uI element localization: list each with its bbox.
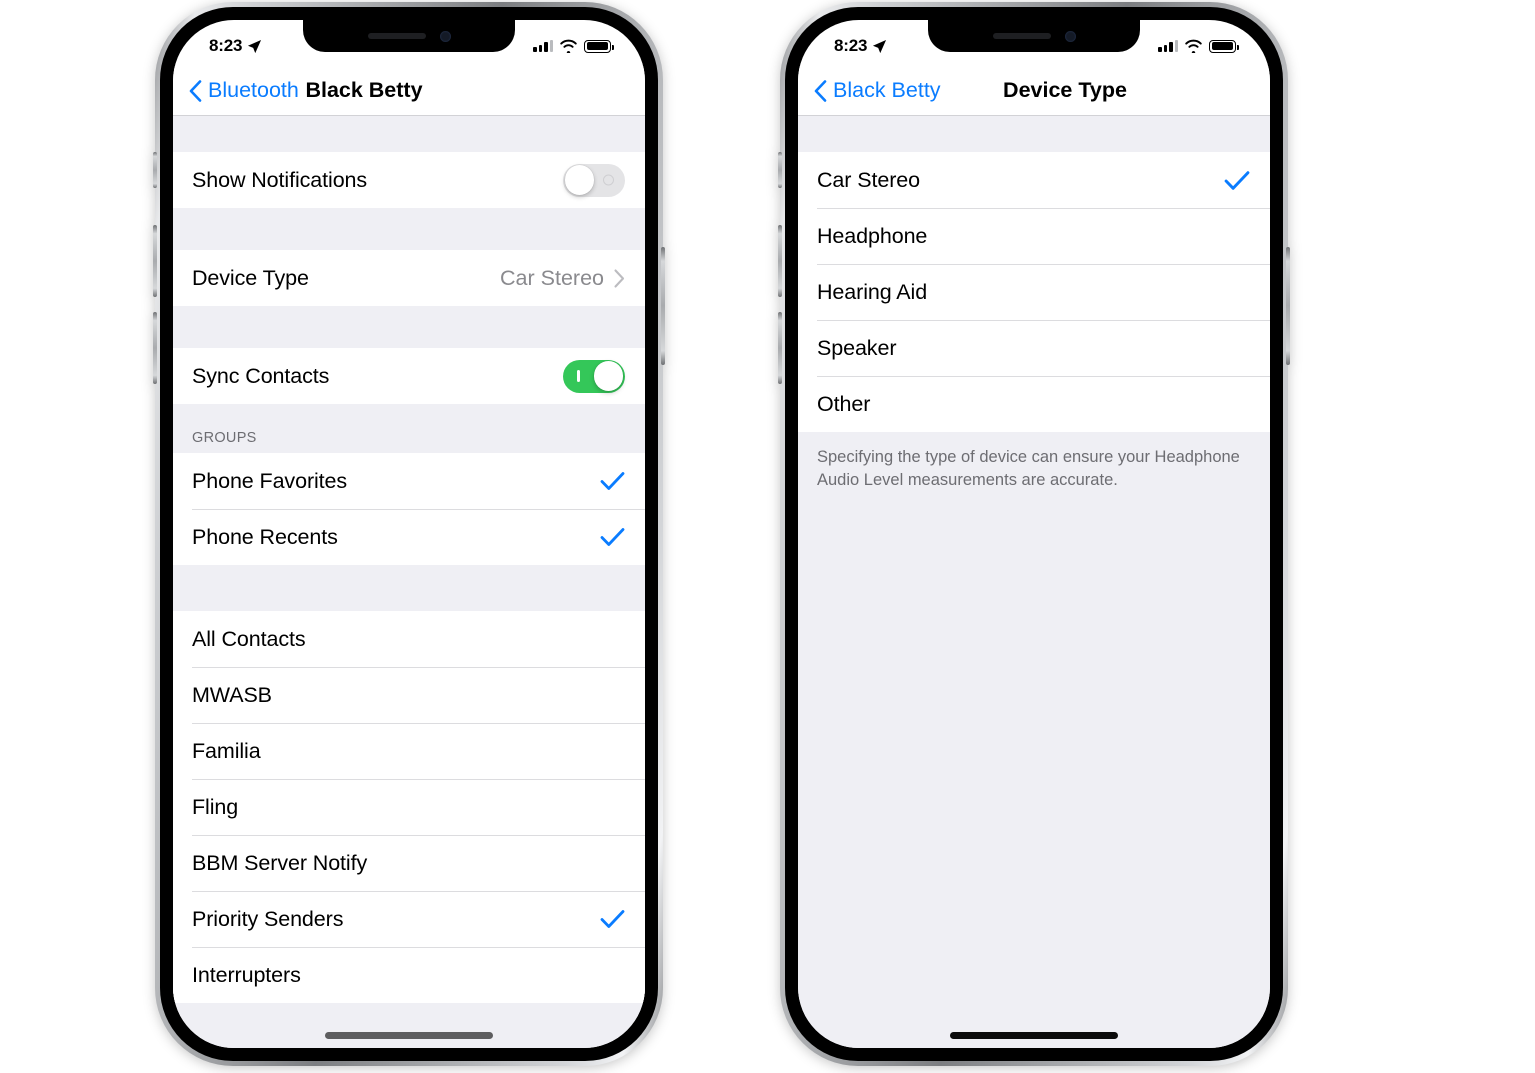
sync-contacts-label: Sync Contacts xyxy=(192,363,330,388)
row-familia[interactable]: Familia xyxy=(173,723,645,779)
sync-contacts-toggle[interactable] xyxy=(563,359,625,393)
row-phone-favorites[interactable]: Phone Favorites xyxy=(173,453,645,509)
volume-down-button[interactable] xyxy=(778,312,782,384)
list-item-label: Phone Favorites xyxy=(192,468,348,493)
status-bar: 8:23 xyxy=(173,20,645,66)
toggle-knob xyxy=(593,361,624,391)
home-indicator[interactable] xyxy=(950,1032,1118,1039)
settings-list-left: Show Notifications Device Type Car Stere… xyxy=(173,116,645,1048)
phone-bezel: 8:23 xyxy=(160,7,658,1061)
phone-bezel: 8:23 xyxy=(785,7,1283,1061)
row-sync-contacts[interactable]: Sync Contacts xyxy=(173,348,645,404)
option-label: Headphone xyxy=(817,223,928,248)
toggle-on-line-icon xyxy=(577,370,580,382)
notifications-group: Show Notifications xyxy=(173,152,645,208)
device-type-label: Device Type xyxy=(192,265,309,290)
list-item-label: Familia xyxy=(192,738,261,763)
power-button[interactable] xyxy=(1286,247,1290,365)
navigation-bar-left: Bluetooth Black Betty xyxy=(173,66,645,116)
cellular-signal-icon xyxy=(533,40,553,52)
option-label: Speaker xyxy=(817,335,897,360)
row-phone-recents[interactable]: Phone Recents xyxy=(173,509,645,565)
status-bar: 8:23 xyxy=(798,20,1270,66)
back-button-label: Black Betty xyxy=(833,78,941,102)
list-spacer xyxy=(173,208,645,250)
wifi-icon xyxy=(560,39,577,53)
checkmark-icon xyxy=(600,528,625,546)
checkmark-icon xyxy=(1224,170,1250,190)
checkmark-icon xyxy=(600,910,625,928)
row-interrupters[interactable]: Interrupters xyxy=(173,947,645,1003)
row-device-type[interactable]: Device Type Car Stereo xyxy=(173,250,645,306)
device-type-value: Car Stereo xyxy=(500,265,604,290)
list-spacer xyxy=(173,306,645,348)
list-item-label: All Contacts xyxy=(192,626,306,651)
battery-icon xyxy=(1209,39,1239,53)
list-item-label: Interrupters xyxy=(192,962,301,987)
groups-section-header: GROUPS xyxy=(173,404,645,453)
toggle-knob xyxy=(564,165,595,195)
phone-screen-right: 8:23 Black Betty Device Type Car Stereo … xyxy=(798,20,1270,1048)
power-button[interactable] xyxy=(661,247,665,365)
location-arrow-icon xyxy=(873,39,887,53)
sync-contacts-group: Sync Contacts xyxy=(173,348,645,404)
list-spacer xyxy=(173,116,645,152)
row-all-contacts[interactable]: All Contacts xyxy=(173,611,645,667)
list-spacer xyxy=(173,565,645,611)
mute-switch-button[interactable] xyxy=(778,152,782,188)
option-label: Other xyxy=(817,391,871,416)
screenshot-canvas: 8:23 Bluetooth Black Betty Show Notifica… xyxy=(0,0,1535,1073)
chevron-left-icon xyxy=(814,79,827,102)
option-hearing-aid[interactable]: Hearing Aid xyxy=(798,264,1270,320)
chevron-left-icon xyxy=(189,79,202,102)
checkmark-icon xyxy=(600,472,625,490)
volume-up-button[interactable] xyxy=(153,225,157,297)
phone-device-right: 8:23 Black Betty Device Type Car Stereo … xyxy=(778,2,1290,1066)
location-arrow-icon xyxy=(248,39,262,53)
list-item-label: MWASB xyxy=(192,682,272,707)
row-priority-senders[interactable]: Priority Senders xyxy=(173,891,645,947)
contact-groups-list: All Contacts MWASB Familia Fling BBM Ser xyxy=(173,611,645,1003)
chevron-right-icon xyxy=(614,268,625,288)
option-car-stereo[interactable]: Car Stereo xyxy=(798,152,1270,208)
row-mwasb[interactable]: MWASB xyxy=(173,667,645,723)
volume-up-button[interactable] xyxy=(778,225,782,297)
back-button-bluetooth[interactable]: Bluetooth xyxy=(189,78,299,103)
list-item-label: Priority Senders xyxy=(192,906,344,931)
cellular-signal-icon xyxy=(1158,40,1178,52)
back-button-label: Bluetooth xyxy=(208,78,299,102)
row-bbm-server-notify[interactable]: BBM Server Notify xyxy=(173,835,645,891)
back-button-black-betty[interactable]: Black Betty xyxy=(814,78,941,103)
status-time: 8:23 xyxy=(834,36,868,55)
list-item-label: Fling xyxy=(192,794,239,819)
device-type-footer-note: Specifying the type of device can ensure… xyxy=(798,432,1270,493)
battery-icon xyxy=(584,39,614,53)
wifi-icon xyxy=(1185,39,1202,53)
row-fling[interactable]: Fling xyxy=(173,779,645,835)
phone-screen-left: 8:23 Bluetooth Black Betty Show Notifica… xyxy=(173,20,645,1048)
navigation-bar-right: Black Betty Device Type xyxy=(798,66,1270,116)
list-item-label: BBM Server Notify xyxy=(192,850,368,875)
toggle-off-circle-icon xyxy=(603,174,614,186)
list-spacer xyxy=(798,116,1270,152)
mute-switch-button[interactable] xyxy=(153,152,157,188)
device-type-group: Device Type Car Stereo xyxy=(173,250,645,306)
option-label: Car Stereo xyxy=(817,167,920,192)
device-type-list: Car Stereo Headphone Hearing Aid Speaker… xyxy=(798,116,1270,1048)
device-type-options: Car Stereo Headphone Hearing Aid Speaker… xyxy=(798,152,1270,432)
list-item-label: Phone Recents xyxy=(192,524,338,549)
volume-down-button[interactable] xyxy=(153,312,157,384)
phone-device-left: 8:23 Bluetooth Black Betty Show Notifica… xyxy=(153,2,665,1066)
option-speaker[interactable]: Speaker xyxy=(798,320,1270,376)
show-notifications-toggle[interactable] xyxy=(563,163,625,197)
option-other[interactable]: Other xyxy=(798,376,1270,432)
option-headphone[interactable]: Headphone xyxy=(798,208,1270,264)
show-notifications-label: Show Notifications xyxy=(192,167,368,192)
status-time: 8:23 xyxy=(209,36,243,55)
groups-list: Phone Favorites Phone Recents xyxy=(173,453,645,565)
row-show-notifications[interactable]: Show Notifications xyxy=(173,152,645,208)
option-label: Hearing Aid xyxy=(817,279,928,304)
home-indicator[interactable] xyxy=(325,1032,493,1039)
